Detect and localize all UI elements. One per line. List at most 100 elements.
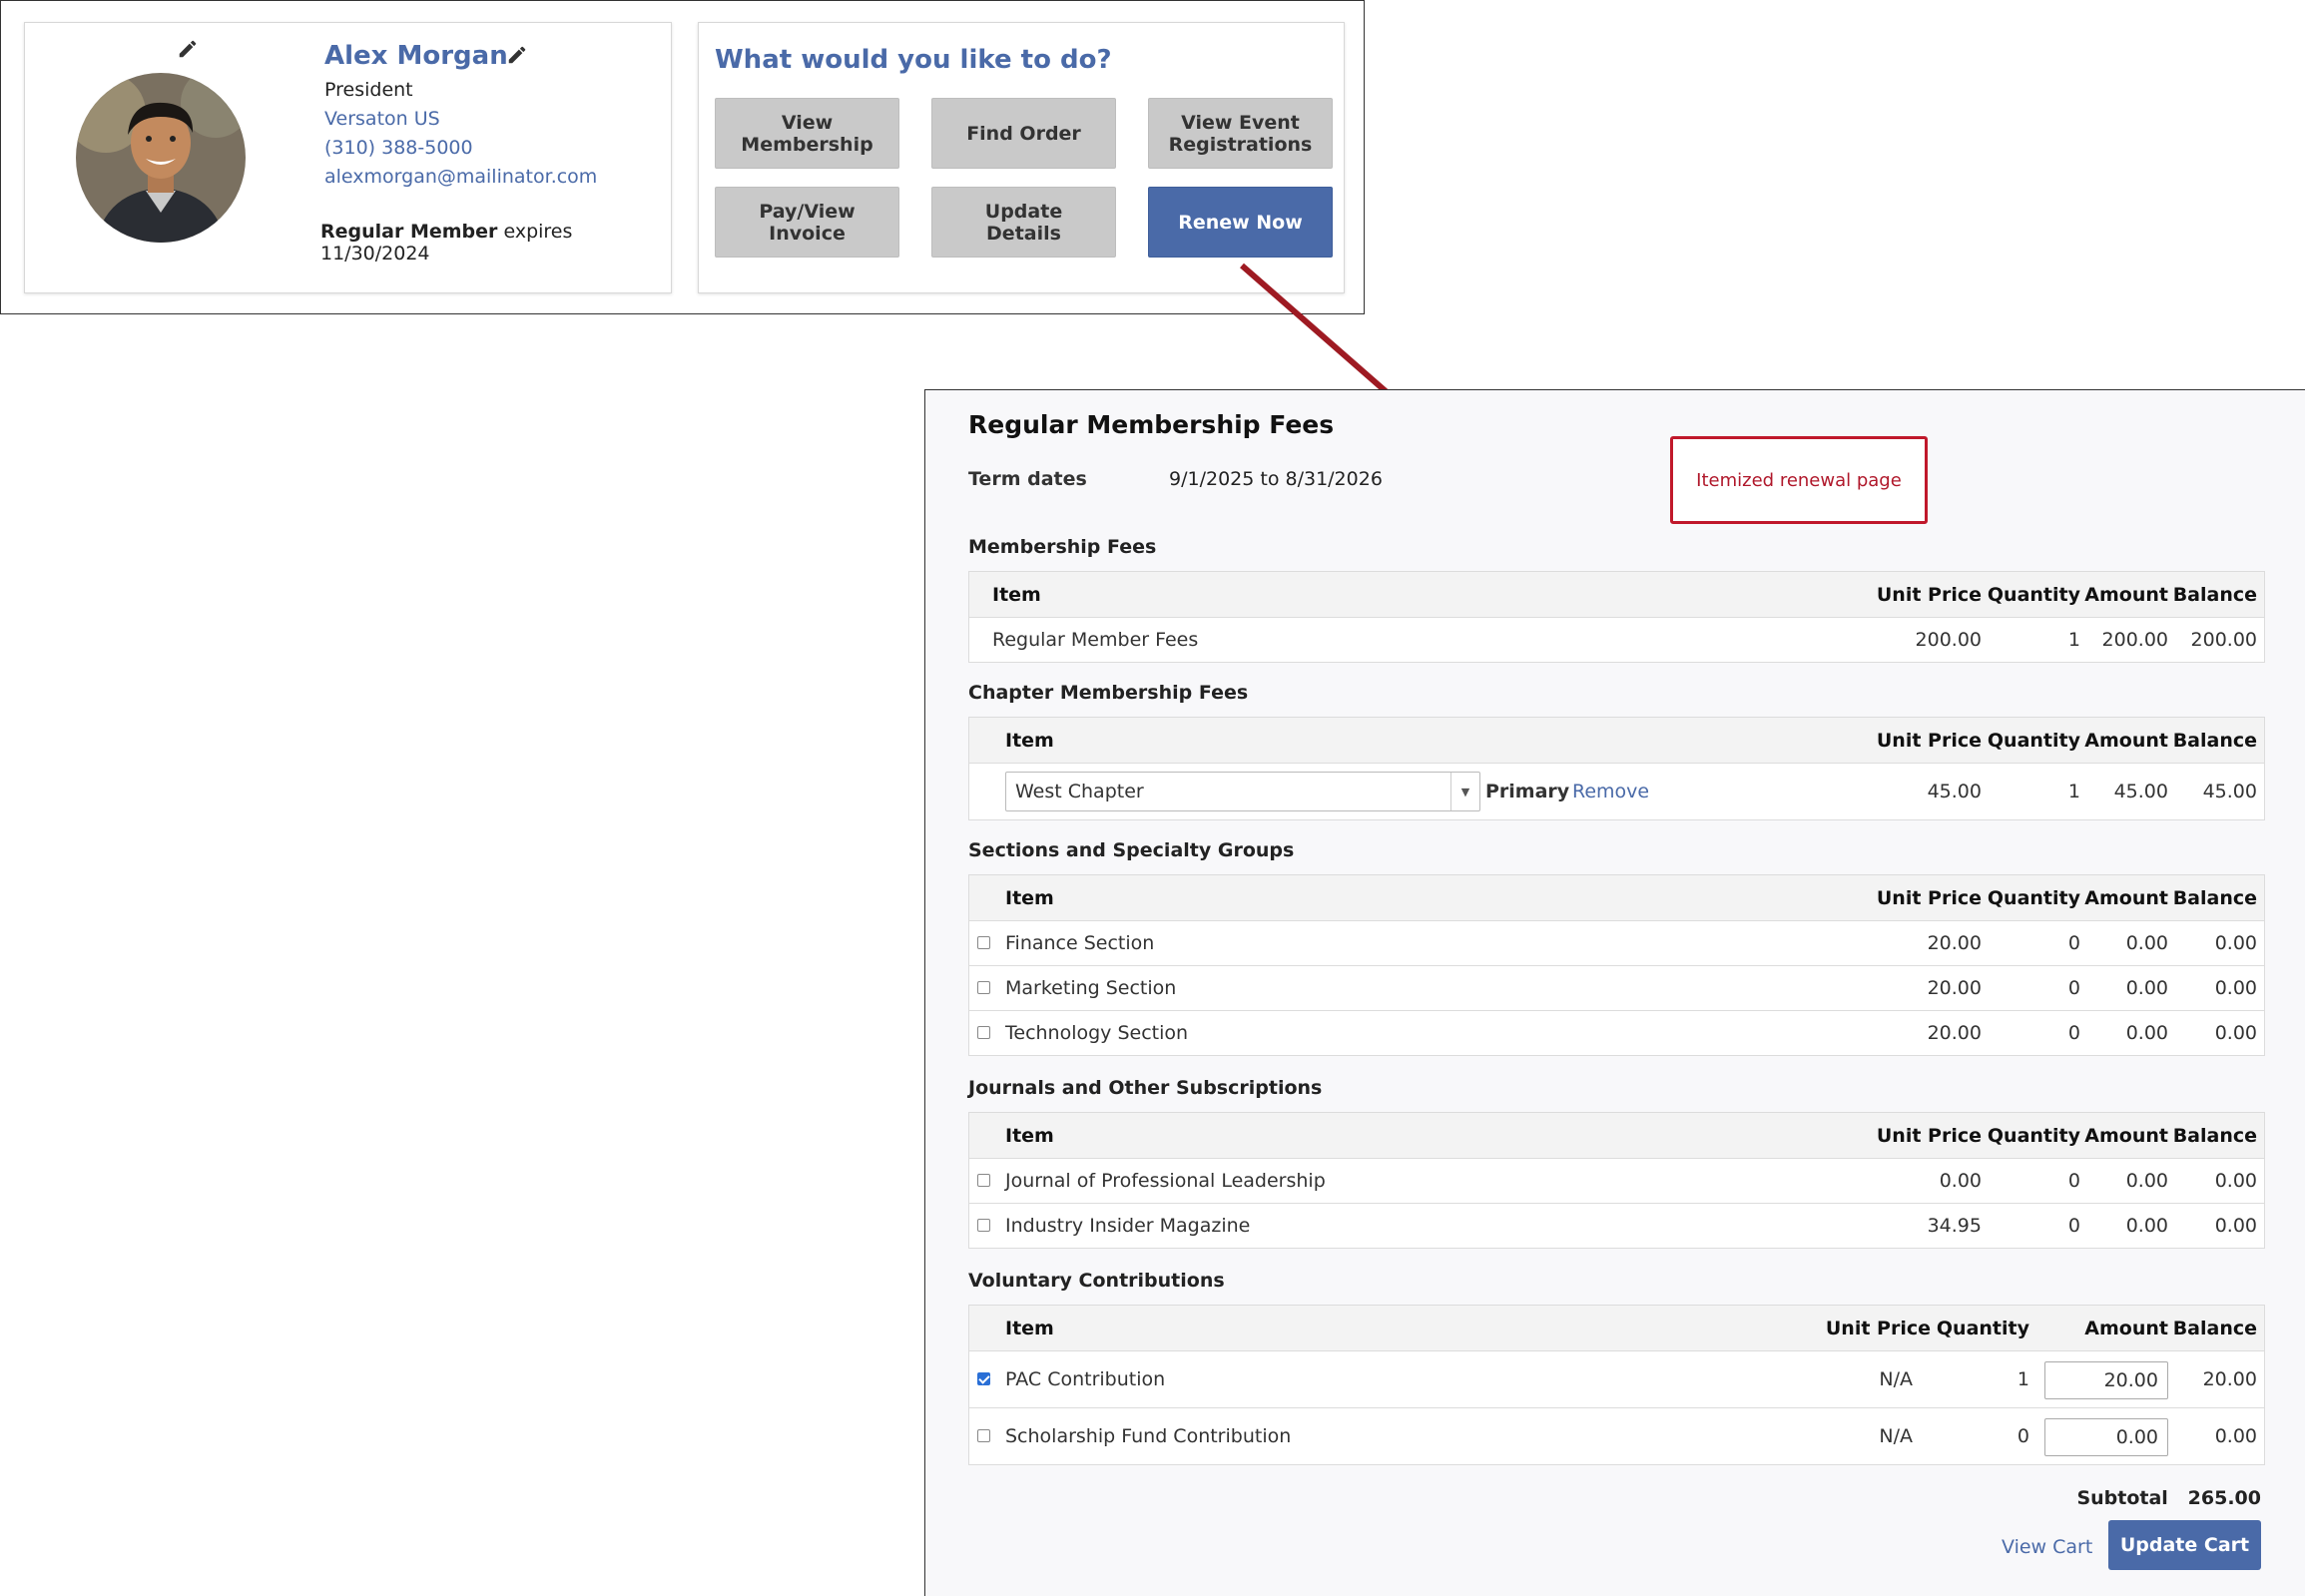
- magazine-checkbox[interactable]: [977, 1219, 990, 1232]
- col-unit-price: Unit Price: [1876, 1124, 1982, 1147]
- balance: 45.00: [2202, 781, 2257, 802]
- profile-company-link[interactable]: Versaton US: [324, 108, 440, 130]
- journals-table: Item Unit Price Quantity Amount Balance …: [968, 1112, 2265, 1249]
- membership-status: Regular Member expires 11/30/2024: [320, 221, 671, 265]
- find-order-button[interactable]: Find Order: [931, 98, 1116, 169]
- balance: 20.00: [2202, 1368, 2257, 1390]
- table-row: West Chapter ▼ Primary Remove 45.00 1 45…: [969, 763, 2264, 819]
- col-quantity: Quantity: [1987, 583, 2080, 606]
- subtotal-label: Subtotal: [2076, 1487, 2168, 1509]
- col-quantity: Quantity: [1987, 729, 2080, 752]
- col-item: Item: [1005, 1124, 1054, 1147]
- edit-profile-icon[interactable]: [506, 44, 528, 66]
- pac-amount-input[interactable]: 20.00: [2044, 1361, 2168, 1399]
- balance: 0.00: [2214, 977, 2257, 999]
- balance: 200.00: [2190, 629, 2257, 651]
- table-row: Finance Section 20.00 0 0.00 0.00: [969, 920, 2264, 965]
- table-header: Item Unit Price Quantity Amount Balance: [969, 718, 2264, 763]
- table-row: Marketing Section 20.00 0 0.00 0.00: [969, 965, 2264, 1010]
- pac-contribution-checkbox[interactable]: [977, 1372, 990, 1385]
- quantity: 0: [2067, 932, 2080, 954]
- chevron-down-icon[interactable]: ▼: [1450, 773, 1479, 810]
- item-name: Industry Insider Magazine: [1005, 1215, 1251, 1237]
- update-cart-button[interactable]: Update Cart: [2108, 1520, 2261, 1570]
- quantity: 0: [2067, 1215, 2080, 1237]
- table-row: Technology Section 20.00 0 0.00 0.00: [969, 1010, 2264, 1055]
- primary-label: Primary: [1485, 781, 1570, 802]
- profile-email-link[interactable]: alexmorgan@mailinator.com: [324, 166, 597, 188]
- callout-annotation: Itemized renewal page: [1670, 436, 1928, 524]
- unit-price: 20.00: [1927, 932, 1982, 954]
- finance-section-checkbox[interactable]: [977, 936, 990, 949]
- quantity: 1: [2067, 629, 2080, 651]
- table-row: Regular Member Fees 200.00 1 200.00 200.…: [969, 617, 2264, 662]
- journal-checkbox[interactable]: [977, 1174, 990, 1187]
- actions-card: What would you like to do? View Membersh…: [698, 22, 1345, 293]
- amount: 0.00: [2125, 932, 2168, 954]
- col-amount: Amount: [2084, 1317, 2168, 1339]
- unit-price: N/A: [1879, 1425, 1913, 1447]
- balance: 0.00: [2214, 1425, 2257, 1447]
- table-row: Scholarship Fund Contribution N/A 0 0.00…: [969, 1407, 2264, 1464]
- col-quantity: Quantity: [1987, 886, 2080, 909]
- quantity: 1: [2067, 781, 2080, 802]
- table-row: PAC Contribution N/A 1 20.00 20.00: [969, 1350, 2264, 1407]
- view-cart-link[interactable]: View Cart: [2002, 1536, 2092, 1558]
- remove-link[interactable]: Remove: [1572, 764, 1649, 819]
- chapter-fees-table: Item Unit Price Quantity Amount Balance …: [968, 717, 2265, 820]
- amount: 45.00: [2113, 781, 2168, 802]
- marketing-section-checkbox[interactable]: [977, 981, 990, 994]
- chapter-select-value: West Chapter: [1015, 781, 1144, 802]
- edit-photo-icon[interactable]: [177, 38, 199, 60]
- item-name: Journal of Professional Leadership: [1005, 1170, 1326, 1192]
- technology-section-checkbox[interactable]: [977, 1026, 990, 1039]
- table-row: Industry Insider Magazine 34.95 0 0.00 0…: [969, 1203, 2264, 1248]
- amount: 0.00: [2125, 977, 2168, 999]
- balance: 0.00: [2214, 932, 2257, 954]
- membership-fees-table: Item Unit Price Quantity Amount Balance …: [968, 571, 2265, 663]
- table-header: Item Unit Price Quantity Amount Balance: [969, 1306, 2264, 1350]
- col-unit-price: Unit Price: [1876, 729, 1982, 752]
- balance: 0.00: [2214, 1215, 2257, 1237]
- quantity: 0: [2067, 1170, 2080, 1192]
- item-name: Regular Member Fees: [992, 629, 1199, 651]
- item-name: Finance Section: [1005, 932, 1155, 954]
- contributions-table: Item Unit Price Quantity Amount Balance …: [968, 1305, 2265, 1465]
- member-type: Regular Member: [320, 221, 498, 243]
- avatar: [76, 73, 246, 243]
- col-quantity: Quantity: [1936, 1317, 2029, 1339]
- col-balance: Balance: [2172, 1124, 2257, 1147]
- section-heading: Sections and Specialty Groups: [968, 839, 1295, 861]
- renew-now-button[interactable]: Renew Now: [1148, 187, 1333, 258]
- update-details-button[interactable]: Update Details: [931, 187, 1116, 258]
- col-item: Item: [1005, 1317, 1054, 1339]
- balance: 0.00: [2214, 1022, 2257, 1044]
- scholarship-contribution-checkbox[interactable]: [977, 1429, 990, 1442]
- actions-heading: What would you like to do?: [715, 45, 1112, 75]
- col-unit-price: Unit Price: [1876, 886, 1982, 909]
- pay-view-invoice-button[interactable]: Pay/View Invoice: [715, 187, 899, 258]
- unit-price: 45.00: [1927, 781, 1982, 802]
- chapter-select[interactable]: West Chapter ▼: [1005, 772, 1480, 811]
- col-balance: Balance: [2172, 729, 2257, 752]
- col-item: Item: [1005, 729, 1054, 752]
- balance: 0.00: [2214, 1170, 2257, 1192]
- scholarship-amount-input[interactable]: 0.00: [2044, 1418, 2168, 1456]
- view-event-registrations-button[interactable]: View Event Registrations: [1148, 98, 1333, 169]
- unit-price: 20.00: [1927, 977, 1982, 999]
- col-balance: Balance: [2172, 1317, 2257, 1339]
- profile-phone-link[interactable]: (310) 388-5000: [324, 137, 473, 159]
- page-title: Regular Membership Fees: [968, 410, 1335, 439]
- profile-name: Alex Morgan: [324, 41, 508, 71]
- amount: 0.00: [2125, 1215, 2168, 1237]
- view-membership-button[interactable]: View Membership: [715, 98, 899, 169]
- term-dates-label: Term dates: [968, 468, 1087, 490]
- sections-table: Item Unit Price Quantity Amount Balance …: [968, 874, 2265, 1056]
- col-balance: Balance: [2172, 886, 2257, 909]
- renewal-page-screenshot: Regular Membership Fees Term dates 9/1/2…: [924, 389, 2305, 1596]
- item-name: Marketing Section: [1005, 977, 1177, 999]
- table-header: Item Unit Price Quantity Amount Balance: [969, 875, 2264, 920]
- term-dates-value: 9/1/2025 to 8/31/2026: [1169, 468, 1383, 490]
- col-amount: Amount: [2084, 583, 2168, 606]
- quantity: 0: [2017, 1425, 2029, 1447]
